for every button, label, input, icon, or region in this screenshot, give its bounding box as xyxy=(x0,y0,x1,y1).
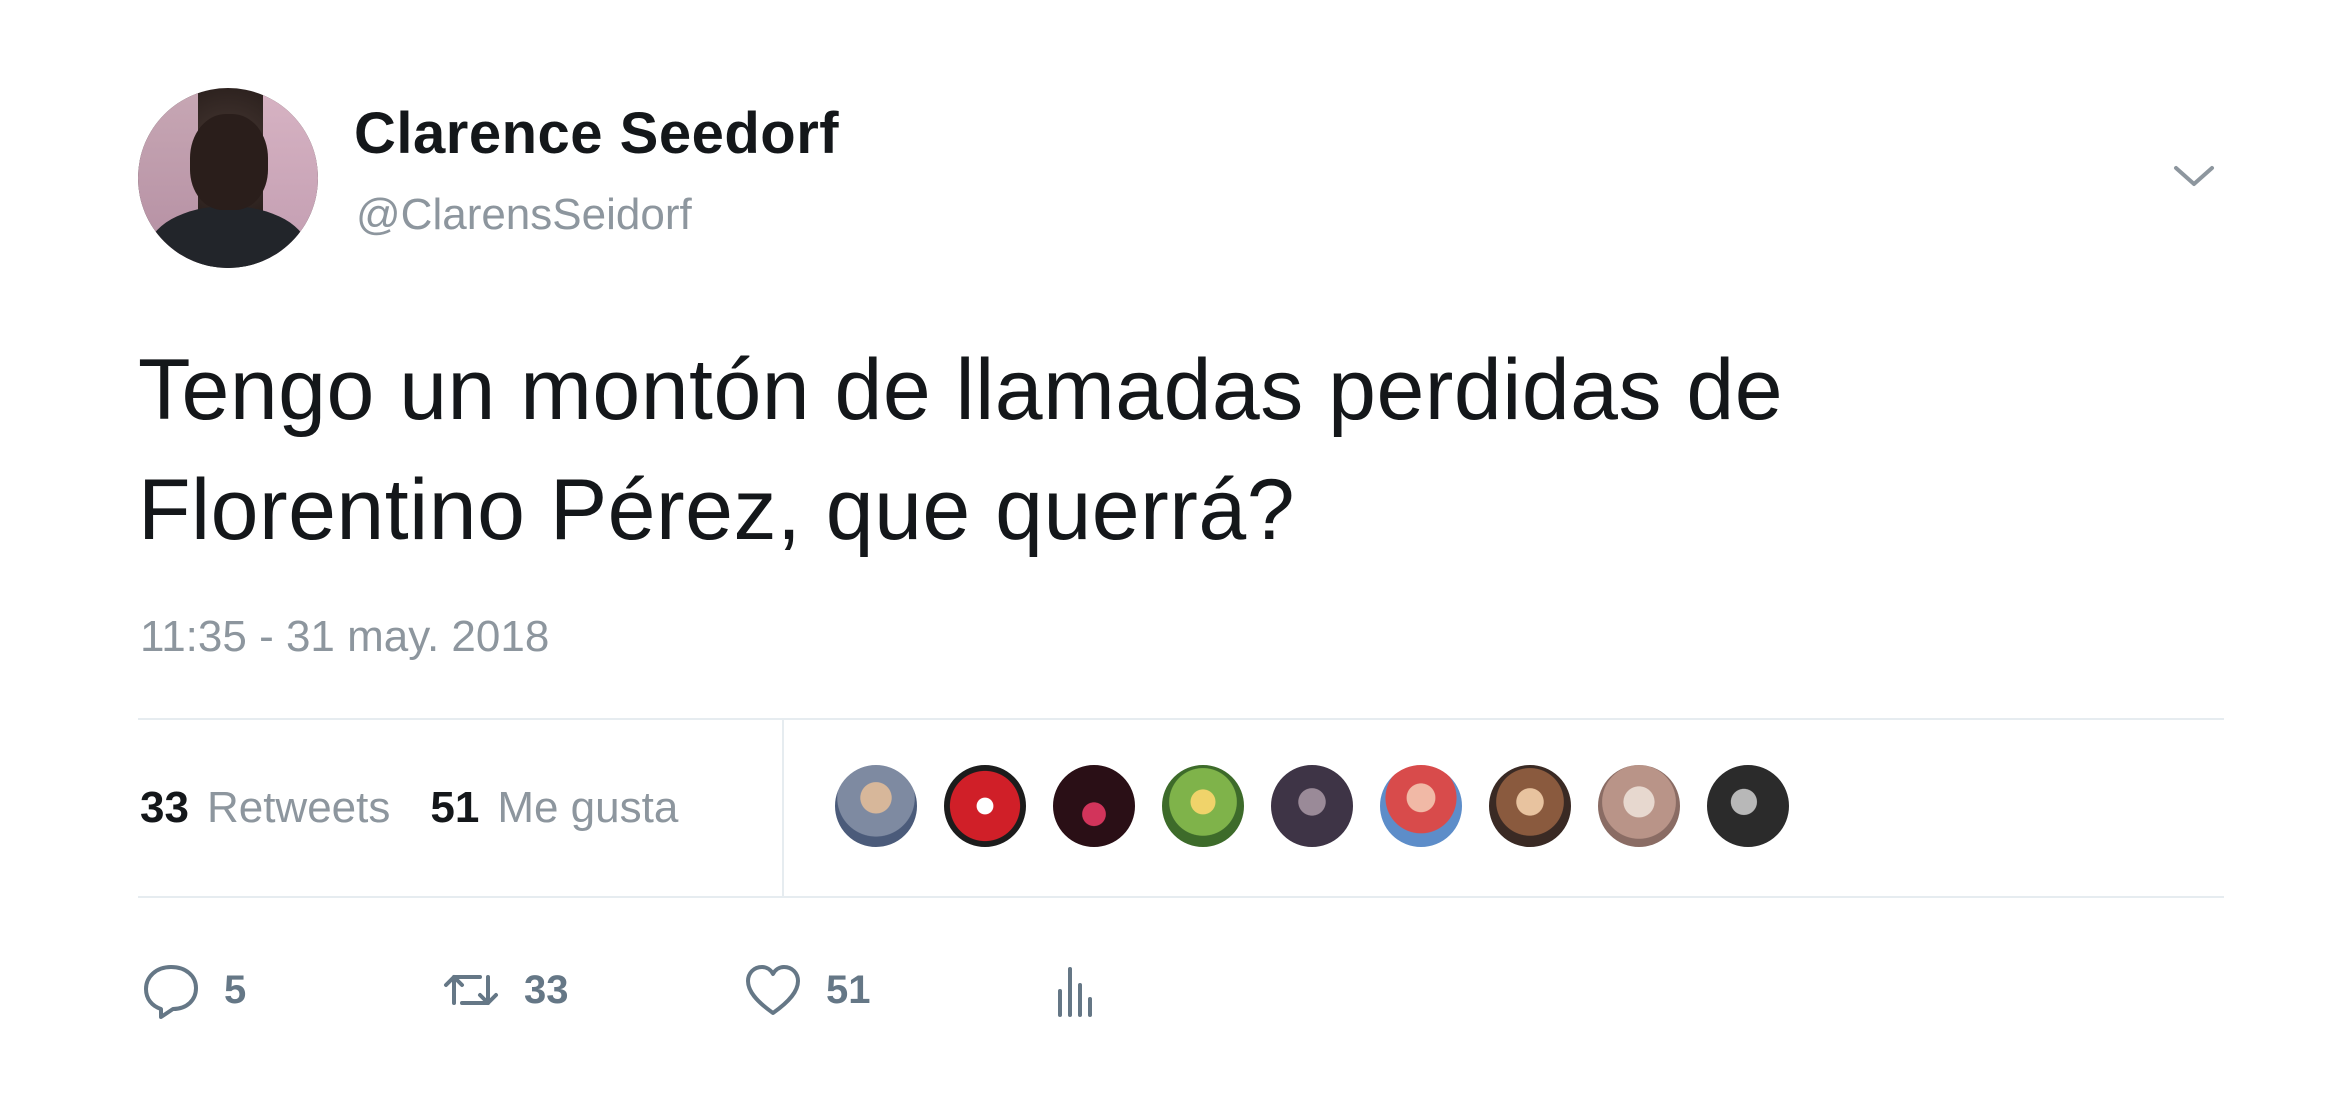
chevron-down-icon[interactable] xyxy=(2170,158,2218,194)
reply-icon xyxy=(144,965,198,1019)
liker-avatar[interactable] xyxy=(832,762,920,850)
likes-count: 51 xyxy=(430,783,480,832)
stats-divider xyxy=(782,718,784,898)
divider-bottom xyxy=(138,896,2224,898)
avatar[interactable] xyxy=(138,88,318,268)
retweets-label: Retweets xyxy=(206,783,391,832)
retweet-count: 33 xyxy=(524,967,569,1012)
avatar-face xyxy=(190,114,268,210)
tweet-actions: 5 33 51 xyxy=(140,950,1106,1030)
timestamp[interactable]: 11:35 - 31 may. 2018 xyxy=(140,612,549,662)
liker-avatar[interactable] xyxy=(1704,762,1792,850)
retweet-icon xyxy=(444,975,498,1005)
liker-avatar[interactable] xyxy=(1268,762,1356,850)
liker-avatar[interactable] xyxy=(941,762,1029,850)
tweet-text-line: Florentino Pérez, que querrá? xyxy=(138,462,1296,558)
liker-avatar[interactable] xyxy=(1377,762,1465,850)
retweets-count: 33 xyxy=(140,783,189,832)
display-name[interactable]: Clarence Seedorf xyxy=(354,100,839,167)
liker-avatar[interactable] xyxy=(1050,762,1138,850)
likes-label: Me gusta xyxy=(497,783,679,832)
retweet-button[interactable]: 33 xyxy=(440,959,742,1021)
analytics-icon xyxy=(1058,967,1092,1017)
retweets-stat[interactable]: 33 Retweets xyxy=(140,783,390,833)
tweet-card: Clarence Seedorf @ClarensSeidorf Tengo u… xyxy=(0,0,2350,1105)
tweet-text-line: Tengo un montón de llamadas perdidas de xyxy=(138,342,1784,438)
tweet-text: Tengo un montón de llamadas perdidas de … xyxy=(138,330,2238,570)
likes-stat[interactable]: 51 Me gusta xyxy=(430,783,678,833)
liker-avatar[interactable] xyxy=(1159,762,1247,850)
screen-name[interactable]: @ClarensSeidorf xyxy=(356,190,692,240)
liker-avatar[interactable] xyxy=(1595,762,1683,850)
reply-button[interactable]: 5 xyxy=(140,959,440,1021)
likers-avatars xyxy=(832,762,1813,850)
reply-count: 5 xyxy=(224,967,247,1012)
heart-icon xyxy=(746,965,800,1015)
tweet-stats: 33 Retweets 51 Me gusta xyxy=(140,778,678,838)
analytics-button[interactable] xyxy=(1044,959,1106,1021)
like-button[interactable]: 51 xyxy=(742,959,1044,1021)
divider-top xyxy=(138,718,2224,720)
liker-avatar[interactable] xyxy=(1486,762,1574,850)
like-count: 51 xyxy=(826,967,871,1012)
